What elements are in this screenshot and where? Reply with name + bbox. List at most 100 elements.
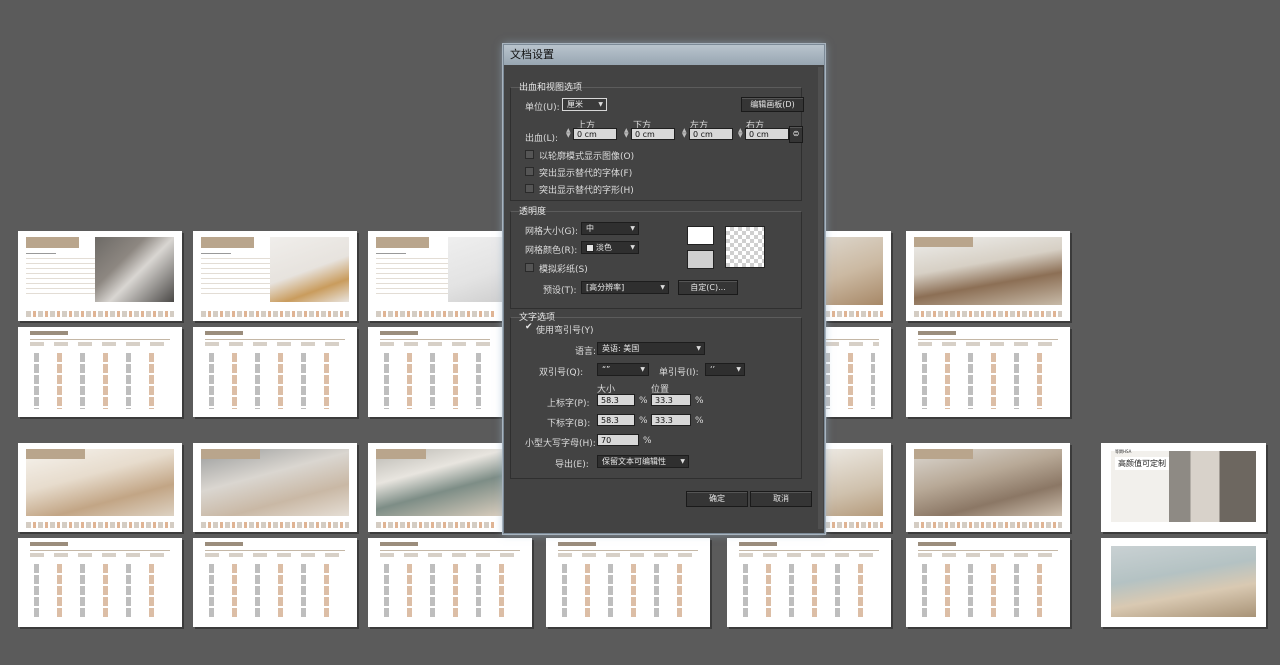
bleed-left-input[interactable]: 0 cm xyxy=(689,128,733,140)
single-quotes-value: ‘’ xyxy=(710,365,716,374)
document-setup-dialog: 文档设置 出血和视图选项 单位(U): 厘米 ▼ 编辑画板(D) 上方 下方 左… xyxy=(503,44,825,534)
highlight-glyphs-label: 突出显示替代的字形(H) xyxy=(539,186,634,196)
dining-photo xyxy=(1111,546,1256,617)
superscript-size-input[interactable]: 58.3 xyxy=(597,394,635,406)
bedroom-photo xyxy=(201,449,349,516)
export-select[interactable]: 保留文本可编辑性 ▼ xyxy=(597,455,689,468)
artboard-photo[interactable] xyxy=(193,231,357,321)
date-strip xyxy=(914,522,1062,528)
highlight-fonts-checkbox[interactable] xyxy=(525,167,534,176)
chevron-down-icon: ▼ xyxy=(640,366,645,373)
promo-title: 高颜值可定制 xyxy=(1115,457,1169,470)
chain-link-icon: ⊜ xyxy=(792,129,800,138)
cancel-button[interactable]: 取消 xyxy=(750,491,812,507)
link-bleed-button[interactable]: ⊜ xyxy=(789,126,803,143)
artboard-photo[interactable] xyxy=(368,443,502,532)
simulate-paper-label: 模拟彩纸(S) xyxy=(539,265,588,275)
artboard-photo[interactable] xyxy=(906,231,1070,321)
bathroom-photo xyxy=(95,237,174,302)
double-quotes-label: 双引号(Q): xyxy=(539,368,584,378)
artboard-calendar[interactable] xyxy=(906,538,1070,627)
grid-size-select[interactable]: 中 ▼ xyxy=(581,222,639,235)
unit-value: 厘米 xyxy=(567,100,583,109)
unit-label: 单位(U): xyxy=(525,103,560,113)
export-label: 导出(E): xyxy=(555,460,589,470)
bedroom-photo xyxy=(914,237,1062,305)
grid-color-swatch xyxy=(586,244,594,252)
artboard-photo[interactable] xyxy=(825,231,891,321)
artboard-photo[interactable] xyxy=(906,443,1070,532)
subscript-position-input[interactable]: 33.3 xyxy=(651,414,691,426)
transparency-grid-preview xyxy=(725,226,765,268)
grid-color-select[interactable]: 淡色 ▼ xyxy=(581,241,639,254)
grid-color-value: 淡色 xyxy=(596,243,612,252)
ok-button[interactable]: 确定 xyxy=(686,491,748,507)
bleed-view-group: 出血和视图选项 单位(U): 厘米 ▼ 编辑画板(D) 上方 下方 左方 右方 … xyxy=(510,83,804,201)
artboard-calendar[interactable] xyxy=(18,327,182,417)
bathroom-photo xyxy=(270,237,349,302)
artboard-photo[interactable] xyxy=(18,443,182,532)
artboard-promo-photo[interactable] xyxy=(1101,538,1266,627)
bleed-right-input[interactable]: 0 cm xyxy=(745,128,789,140)
grid-color-swatch-white[interactable] xyxy=(687,226,714,245)
grid-size-label: 网格大小(G): xyxy=(525,227,579,237)
language-select[interactable]: 英语: 美国 ▼ xyxy=(597,342,705,355)
outline-images-checkbox[interactable] xyxy=(525,150,534,159)
artboard-calendar[interactable] xyxy=(546,538,710,627)
date-strip xyxy=(825,311,883,317)
artboard-calendar[interactable] xyxy=(825,327,891,417)
highlight-glyphs-checkbox[interactable] xyxy=(525,184,534,193)
percent-label: % xyxy=(643,436,652,446)
dialog-scrollbar[interactable] xyxy=(818,67,823,529)
artboard-promo[interactable]: 等閑HSA 高颜值可定制 xyxy=(1101,443,1266,532)
small-caps-input[interactable]: 70 xyxy=(597,434,639,446)
chevron-down-icon: ▼ xyxy=(680,458,685,465)
simulate-paper-checkbox[interactable] xyxy=(525,263,534,272)
artboard-photo[interactable] xyxy=(18,231,182,321)
bleed-top-input[interactable]: 0 cm xyxy=(573,128,617,140)
artboard-calendar[interactable] xyxy=(368,538,532,627)
grid-color-swatch-gray[interactable] xyxy=(687,250,714,269)
preset-select[interactable]: [高分辨率] ▼ xyxy=(581,281,669,294)
preset-value: [高分辨率] xyxy=(586,283,625,292)
small-caps-label: 小型大写字母(H): xyxy=(525,439,596,449)
edit-artboards-button[interactable]: 编辑画板(D) xyxy=(741,97,804,112)
artboard-photo[interactable] xyxy=(368,231,502,321)
percent-label: % xyxy=(695,416,704,426)
livingroom-photo xyxy=(376,449,502,516)
date-strip xyxy=(376,311,494,317)
bedroom-photo xyxy=(825,237,883,305)
superscript-position-input[interactable]: 33.3 xyxy=(651,394,691,406)
subscript-size-input[interactable]: 58.3 xyxy=(597,414,635,426)
artboard-calendar[interactable] xyxy=(193,538,357,627)
custom-button[interactable]: 自定(C)... xyxy=(678,280,738,295)
export-value: 保留文本可编辑性 xyxy=(602,457,666,466)
preset-label: 预设(T): xyxy=(543,286,577,296)
percent-label: % xyxy=(639,396,648,406)
chevron-down-icon: ▼ xyxy=(598,101,603,108)
highlight-fonts-label: 突出显示替代的字体(F) xyxy=(539,169,633,179)
artboard-calendar[interactable] xyxy=(906,327,1070,417)
language-label: 语言: xyxy=(575,347,597,357)
artboard-photo[interactable] xyxy=(825,443,891,532)
artboard-photo[interactable] xyxy=(193,443,357,532)
date-strip xyxy=(376,522,494,528)
artboard-calendar[interactable] xyxy=(727,538,891,627)
artboard-calendar[interactable] xyxy=(18,538,182,627)
checkmark-icon[interactable]: ✔ xyxy=(525,322,533,332)
double-quotes-select[interactable]: “” ▼ xyxy=(597,363,649,376)
outline-images-label: 以轮廓模式显示图像(O) xyxy=(539,152,635,162)
language-value: 英语: 美国 xyxy=(602,344,640,353)
single-quotes-select[interactable]: ‘’ ▼ xyxy=(705,363,745,376)
spinner-icon: ▲ ▼ xyxy=(624,127,629,139)
artboard-calendar[interactable] xyxy=(193,327,357,417)
unit-select[interactable]: 厘米 ▼ xyxy=(562,98,607,111)
note-panel xyxy=(26,237,102,305)
bleed-bottom-input[interactable]: 0 cm xyxy=(631,128,675,140)
artboard-calendar[interactable] xyxy=(368,327,502,417)
bedroom-photo xyxy=(26,449,174,516)
grid-color-label: 网格颜色(R): xyxy=(525,246,578,256)
grid-size-value: 中 xyxy=(586,224,594,233)
chevron-down-icon: ▼ xyxy=(660,284,665,291)
dialog-title[interactable]: 文档设置 xyxy=(504,45,824,65)
